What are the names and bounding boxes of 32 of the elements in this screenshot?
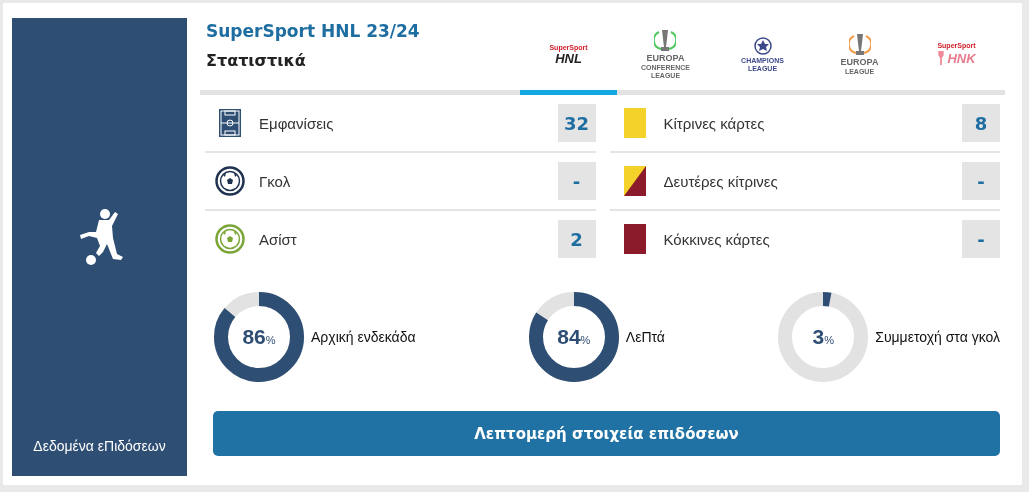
- stat-value: -: [557, 162, 596, 200]
- ring-caption: Συμμετοχή στα γκολ: [875, 329, 1000, 345]
- stat-value: 8: [962, 104, 1000, 142]
- stat-value: -: [962, 220, 1000, 258]
- stat-value: -: [962, 162, 1000, 200]
- logo-text: HNK: [947, 51, 976, 65]
- stat-label: Δευτέρες κίτρινες: [663, 172, 779, 190]
- ring-caption: Αρχική ενδεκάδα: [311, 329, 416, 345]
- percentage-value: 84%: [557, 325, 591, 349]
- stat-label: Ασίστ: [259, 230, 298, 248]
- percentage-value: 86%: [242, 325, 276, 349]
- trophy-icon: [848, 33, 871, 57]
- sidebar-title: Δεδομένα εΠιδόσεων: [33, 438, 166, 454]
- stat-label: Κόκκινες κάρτες: [663, 230, 771, 248]
- stat-label: Εμφανίσεις: [259, 114, 335, 132]
- logo-text: EUROPA: [840, 58, 879, 67]
- logo-text: HNL: [555, 51, 582, 65]
- stat-value: 32: [557, 104, 596, 142]
- starball-icon: [752, 36, 773, 56]
- football-icon: [215, 166, 245, 196]
- logo-text: EUROPA: [646, 54, 685, 63]
- football-icon: [215, 224, 245, 254]
- stat-label: Κίτρινες κάρτες: [663, 114, 766, 132]
- ring-caption: ΛεΠτά: [625, 329, 665, 345]
- competition-title: SuperSport HNL 23/24: [206, 21, 421, 41]
- stat-value: 2: [557, 220, 596, 258]
- trophy-icon: [654, 29, 677, 53]
- details-button[interactable]: Λεπτομερή στοιχεία επιδόσεων: [213, 411, 1000, 456]
- stat-label: Γκολ: [259, 172, 292, 190]
- section-title: Στατιστικά: [206, 51, 307, 70]
- trophy-icon: [937, 50, 946, 66]
- percentage-value: 3%: [812, 325, 834, 349]
